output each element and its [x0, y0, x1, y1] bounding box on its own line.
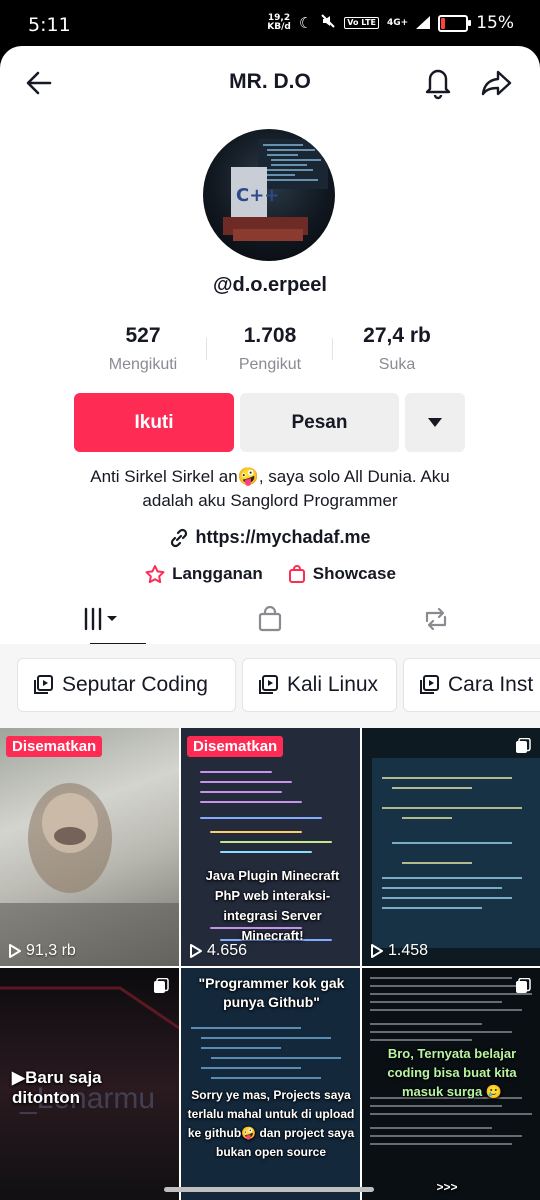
signal-icon — [416, 14, 431, 33]
link-icon — [171, 528, 188, 547]
video-caption: Sorry ye mas, Projects saya terlalu maha… — [187, 1088, 355, 1159]
top-nav: MR. D.O — [0, 46, 540, 118]
play-icon — [371, 944, 383, 958]
play-icon — [9, 944, 21, 958]
playlist-chip[interactable]: Kali Linux — [242, 658, 397, 712]
video-thumbnail[interactable]: "Programmer kok gak punya Github" Sorry … — [181, 968, 360, 1200]
profile-extras: Langganan Showcase — [0, 564, 540, 584]
svg-text:C++: C++ — [236, 185, 279, 206]
recently-watched-label: ▶Baru saja ditonton — [12, 1068, 102, 1107]
playlist-chip[interactable]: Cara Inst — [403, 658, 540, 712]
pinned-badge: Disematkan — [6, 736, 103, 757]
multi-video-icon — [516, 978, 531, 993]
likes-count: 27,4 rb — [363, 324, 431, 347]
multi-video-icon — [154, 978, 169, 993]
playlist-icon — [34, 675, 53, 694]
shopping-bag-icon — [288, 565, 305, 583]
subscription-link[interactable]: Langganan — [144, 564, 263, 584]
profile-tabs — [0, 594, 540, 645]
follow-button[interactable]: Ikuti — [74, 393, 234, 452]
tab-showcase[interactable] — [180, 594, 360, 644]
following-count: 527 — [125, 324, 161, 347]
view-count: 91,3 rb — [8, 942, 76, 960]
username: @d.o.erpeel — [213, 274, 327, 296]
status-bar: 5:11 19,2 KB/d ☾ Vo LTE 4G+ 15% — [0, 0, 540, 50]
caret-down-icon — [428, 417, 442, 427]
thumbnail-image — [372, 758, 540, 948]
do-not-disturb-icon: ☾ — [298, 14, 313, 32]
video-grid-icon — [84, 607, 117, 631]
stat-followers[interactable]: 1.708 Pengikut — [200, 324, 340, 374]
video-thumbnail[interactable]: Bro, Ternyata belajar coding bisa buat k… — [362, 968, 540, 1200]
stat-likes[interactable]: 27,4 rb Suka — [327, 324, 467, 374]
mute-icon — [320, 13, 336, 33]
volte-badge: Vo LTE — [344, 17, 379, 29]
video-thumbnail[interactable]: Disematkan Java Plugin Minecraft PhP web… — [181, 728, 360, 966]
showcase-link[interactable]: Showcase — [287, 564, 396, 584]
repost-icon — [425, 607, 447, 631]
video-caption: Bro, Ternyata belajar coding bisa buat k… — [387, 1046, 517, 1099]
video-thumbnail[interactable]: _Lenarmu ▶Baru saja ditonton — [0, 968, 179, 1200]
subscription-star-icon — [145, 565, 165, 584]
likes-label: Suka — [378, 356, 416, 373]
share-button[interactable] — [480, 66, 514, 100]
multi-video-icon — [516, 738, 531, 753]
avatar[interactable]: C++ — [203, 129, 335, 261]
pinned-badge: Disematkan — [187, 736, 284, 757]
battery-percent: 15% — [476, 13, 514, 33]
subscription-label: Langganan — [172, 564, 263, 583]
message-button[interactable]: Pesan — [240, 393, 399, 452]
network-type: 4G+ — [387, 17, 409, 28]
playlist-icon — [420, 675, 439, 694]
status-icons: 19,2 KB/d ☾ Vo LTE 4G+ 15% — [267, 13, 514, 33]
tab-videos[interactable] — [14, 594, 194, 645]
share-arrow-icon — [481, 70, 512, 96]
following-label: Mengikuti — [108, 356, 178, 373]
play-icon: ▶ — [12, 1068, 26, 1087]
battery-icon — [438, 14, 472, 32]
tab-reposts[interactable] — [346, 594, 526, 644]
bio: Anti Sirkel Sirkel an🤪, saya solo All Du… — [90, 467, 450, 510]
play-icon — [190, 944, 202, 958]
view-count: 1.458 — [370, 942, 428, 960]
link-text: https://mychadaf.me — [195, 527, 371, 547]
playlist-chip[interactable]: Seputar Coding — [17, 658, 236, 712]
home-indicator[interactable] — [164, 1187, 374, 1192]
playlist-chips: Seputar Coding Kali Linux Cara Inst — [0, 644, 540, 728]
video-thumbnail[interactable]: Disematkan 91,3 rb — [0, 728, 179, 966]
notification-button[interactable] — [421, 64, 455, 100]
followers-label: Pengikut — [238, 356, 302, 373]
more-indicator: >>> — [436, 1180, 458, 1194]
followers-count: 1.708 — [243, 324, 297, 347]
profile-link[interactable]: https://mychadaf.me — [0, 527, 540, 548]
video-thumbnail[interactable]: 1.458 — [362, 728, 540, 966]
avatar-image: C++ — [223, 139, 328, 241]
profile-screen: MR. D.O C++ @d.o.erpeel 527 Mengikuti 1.… — [0, 46, 540, 1200]
playlist-icon — [259, 675, 278, 694]
video-caption-top: "Programmer kok gak punya Github" — [198, 975, 345, 1010]
showcase-label: Showcase — [312, 564, 396, 583]
thumbnail-image — [0, 783, 179, 966]
shopping-bag-icon — [258, 605, 282, 632]
status-time: 5:11 — [28, 14, 71, 36]
video-grid: Disematkan 91,3 rb Disematkan Java Plugi… — [0, 728, 540, 1200]
view-count: 4.656 — [189, 942, 247, 960]
video-caption: Java Plugin Minecraft PhP web interaksi-… — [205, 868, 340, 943]
bell-icon — [425, 69, 451, 100]
stat-following[interactable]: 527 Mengikuti — [73, 324, 213, 374]
network-speed: 19,2 KB/d — [267, 13, 291, 32]
page-title: MR. D.O — [229, 70, 311, 93]
suggestions-dropdown-button[interactable] — [405, 393, 465, 452]
